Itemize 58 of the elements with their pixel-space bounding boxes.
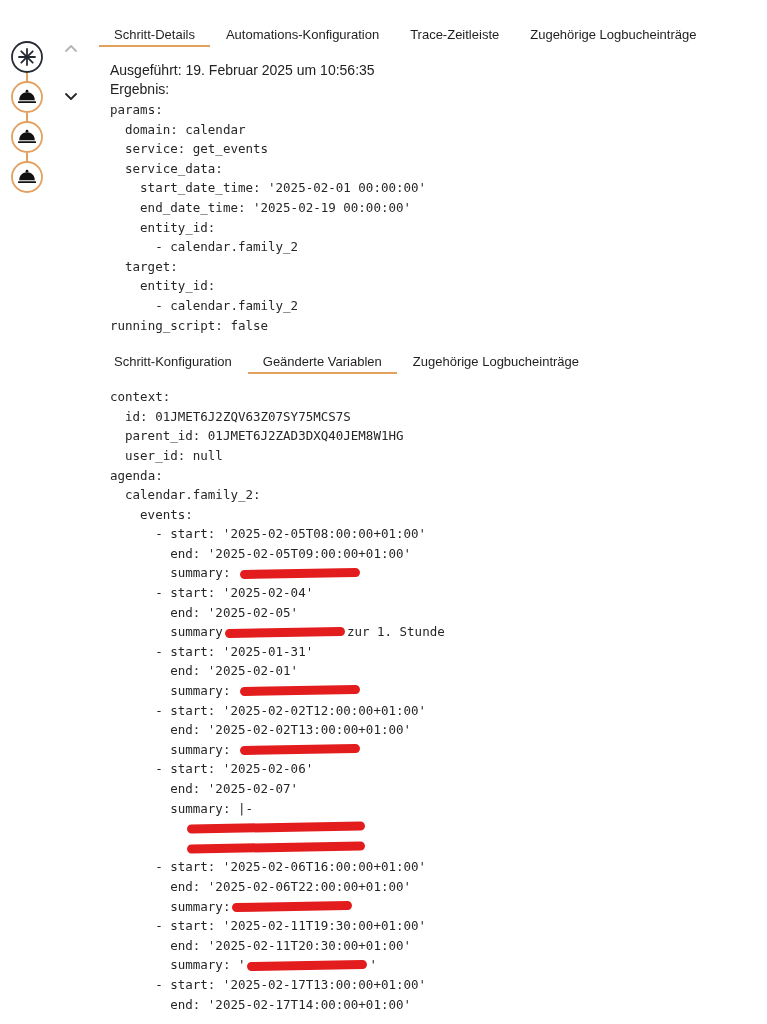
yaml-line: entity_id: bbox=[140, 218, 216, 237]
yaml-line: - calendar.family_2 bbox=[155, 296, 299, 315]
yaml-line: - start: '2025-02-02T12:00:00+01:00' bbox=[155, 701, 427, 720]
yaml-line: user_id: null bbox=[125, 446, 223, 465]
yaml-line: domain: calendar bbox=[125, 120, 246, 139]
yaml-line: context: bbox=[110, 388, 171, 407]
yaml-text: summary: bbox=[170, 740, 232, 759]
tab[interactable]: Geänderte Variablen bbox=[247, 349, 397, 375]
yaml-line: - calendar.family_2 bbox=[155, 238, 299, 257]
cloche-icon[interactable] bbox=[11, 161, 43, 193]
yaml-line: target: bbox=[125, 257, 178, 276]
yaml-line: end: '2025-02-11T20:30:00+01:00' bbox=[170, 936, 412, 955]
yaml-line: calendar.family_2: bbox=[125, 486, 261, 505]
yaml-text: summary: ' bbox=[170, 956, 246, 975]
asterisk-icon[interactable] bbox=[11, 41, 43, 73]
yaml-line: service: get_events bbox=[125, 140, 269, 159]
yaml-line: - start: '2025-02-06T16:00:00+01:00' bbox=[155, 858, 427, 877]
result-label: Ergebnis: bbox=[110, 80, 170, 99]
yaml-line: id: 01JMET6J2ZQV63Z07SY75MCS7S bbox=[125, 407, 351, 426]
yaml-text: zur 1. Stunde bbox=[346, 623, 445, 642]
yaml-line: end: '2025-02-07' bbox=[170, 780, 299, 798]
yaml-line: - start: '2025-02-04' bbox=[155, 584, 314, 603]
yaml-line: events: bbox=[140, 505, 193, 524]
yaml-line: end_date_time: '2025-02-19 00:00:00' bbox=[140, 198, 412, 217]
yaml-text: ' bbox=[369, 956, 377, 975]
yaml-line: entity_id: bbox=[140, 277, 216, 296]
yaml-line: params: bbox=[110, 101, 163, 119]
tab[interactable]: Trace-Zeitleiste bbox=[395, 22, 515, 47]
yaml-line: - start: '2025-01-31' bbox=[155, 642, 314, 661]
yaml-line: end: '2025-02-01' bbox=[170, 662, 299, 681]
tab[interactable]: Schritt-Details bbox=[99, 22, 210, 47]
yaml-line: - start: '2025-02-06' bbox=[155, 760, 314, 779]
yaml-text: summary bbox=[170, 623, 223, 642]
yaml-text: summary: bbox=[170, 897, 231, 916]
yaml-line: end: '2025-02-17T14:00:00+01:00' bbox=[170, 995, 412, 1014]
yaml-text: summary: bbox=[170, 564, 232, 583]
tab[interactable]: Zugehörige Logbucheinträge bbox=[515, 22, 712, 47]
yaml-line: service_data: bbox=[125, 159, 223, 178]
chevron-down-icon[interactable] bbox=[64, 91, 78, 101]
yaml-line: agenda: bbox=[110, 466, 163, 485]
yaml-line: end: '2025-02-05' bbox=[170, 603, 299, 622]
yaml-line: running_script: false bbox=[110, 316, 269, 335]
yaml-line: end: '2025-02-05T09:00:00+01:00' bbox=[170, 544, 412, 563]
yaml-line: parent_id: 01JMET6J2ZAD3DXQ40JEM8W1HG bbox=[125, 427, 404, 446]
executed-timestamp: Ausgeführt: 19. Februar 2025 um 10:56:35 bbox=[110, 61, 375, 80]
yaml-line: start_date_time: '2025-02-01 00:00:00' bbox=[140, 179, 427, 198]
tab[interactable]: Zugehörige Logbucheinträge bbox=[397, 349, 595, 375]
yaml-line: end: '2025-02-06T22:00:00+01:00' bbox=[170, 877, 412, 896]
yaml-text: summary: bbox=[170, 682, 232, 701]
cloche-icon[interactable] bbox=[11, 81, 43, 113]
yaml-line: summary: |- bbox=[170, 799, 253, 818]
tab[interactable]: Automations-Konfiguration bbox=[210, 22, 395, 47]
yaml-line: - start: '2025-02-17T13:00:00+01:00' bbox=[155, 975, 427, 994]
cloche-icon[interactable] bbox=[11, 121, 43, 153]
tab[interactable]: Schritt-Konfiguration bbox=[99, 349, 247, 375]
yaml-line: - start: '2025-02-11T19:30:00+01:00' bbox=[155, 917, 427, 936]
yaml-line: end: '2025-02-02T13:00:00+01:00' bbox=[170, 721, 412, 740]
yaml-line: - start: '2025-02-05T08:00:00+01:00' bbox=[155, 525, 427, 544]
